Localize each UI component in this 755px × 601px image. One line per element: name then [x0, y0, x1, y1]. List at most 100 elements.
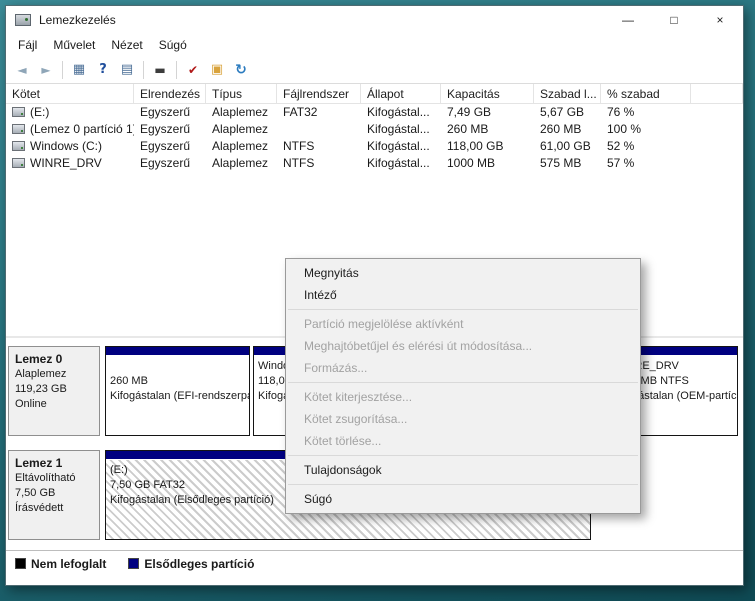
console-tree-button[interactable]: ▦: [67, 59, 91, 81]
open-explorer-button[interactable]: ▣: [205, 59, 229, 81]
volume-pctfree: 100 %: [607, 122, 642, 136]
table-row[interactable]: (Lemez 0 partíció 1) Egyszerű Alaplemez …: [6, 121, 743, 138]
menu-help[interactable]: Súgó: [151, 35, 195, 55]
volume-free: 5,67 GB: [540, 105, 585, 119]
volume-capacity: 260 MB: [447, 122, 489, 136]
context-menu-item-extend-volume: Kötet kiterjesztése...: [304, 390, 413, 404]
forward-icon: ►: [41, 62, 51, 77]
menu-view[interactable]: Nézet: [103, 35, 150, 55]
context-menu-item-open[interactable]: Megnyitás: [286, 262, 640, 284]
volume-layout: Egyszerű: [140, 105, 191, 119]
back-button[interactable]: ◄: [10, 59, 34, 81]
table-row[interactable]: Windows (C:) Egyszerű Alaplemez NTFS Kif…: [6, 138, 743, 155]
disk-size: 119,23 GB: [15, 383, 67, 395]
legend-bar: Nem lefoglalt Elsődleges partíció: [6, 550, 743, 576]
volume-icon: [12, 158, 25, 168]
menubar: Fájl Művelet Nézet Súgó: [6, 34, 743, 56]
titlebar[interactable]: Lemezkezelés — □ ×: [6, 6, 743, 34]
disk-info-panel[interactable]: Lemez 1 Eltávolítható 7,50 GB Írásvédett: [8, 450, 100, 540]
minimize-button[interactable]: —: [605, 6, 651, 34]
check-disk-button[interactable]: ✔: [181, 59, 205, 81]
column-header-layout[interactable]: Elrendezés: [134, 84, 206, 103]
back-icon: ◄: [17, 62, 27, 77]
volume-status: Kifogástal...: [367, 122, 430, 136]
action-pane-icon: ▬: [154, 62, 166, 77]
partition-color-strip: [106, 347, 249, 355]
volume-pctfree: 52 %: [607, 139, 635, 153]
volume-layout: Egyszerű: [140, 156, 191, 170]
volume-name: Windows (C:): [30, 139, 103, 153]
disk-type: Eltávolítható: [15, 472, 76, 484]
legend-label: Elsődleges partíció: [144, 556, 255, 571]
folder-icon: ▣: [210, 62, 224, 77]
context-menu-item-delete-volume: Kötet törlése...: [304, 434, 382, 448]
forward-button[interactable]: ►: [34, 59, 58, 81]
maximize-button[interactable]: □: [651, 6, 697, 34]
partition-status: Kifogástalan (EFI-rendszerpartíció): [110, 390, 249, 402]
disk-status: Írásvédett: [15, 502, 64, 514]
volume-fs: NTFS: [283, 156, 315, 170]
context-menu: Megnyitás Intéző Partíció megjelölése ak…: [285, 258, 641, 514]
column-header-free[interactable]: Szabad l...: [534, 84, 601, 103]
legend-label: Nem lefoglalt: [31, 556, 107, 571]
volume-free: 260 MB: [540, 122, 582, 136]
context-menu-item-properties[interactable]: Tulajdonságok: [286, 459, 640, 481]
volume-icon: [12, 141, 25, 151]
menu-action[interactable]: Művelet: [45, 35, 103, 55]
help-dialog-button[interactable]: ?: [91, 59, 115, 81]
volume-layout: Egyszerű: [140, 122, 191, 136]
window-title: Lemezkezelés: [39, 13, 116, 27]
action-pane-button[interactable]: ▬: [148, 59, 172, 81]
volume-fs: FAT32: [283, 105, 318, 119]
table-row[interactable]: (E:) Egyszerű Alaplemez FAT32 Kifogástal…: [6, 104, 743, 121]
disk-info-panel[interactable]: Lemez 0 Alaplemez 119,23 GB Online: [8, 346, 100, 436]
volume-name: (Lemez 0 partíció 1): [30, 122, 134, 136]
column-header-capacity[interactable]: Kapacitás: [441, 84, 534, 103]
unallocated-swatch: [15, 558, 26, 569]
volume-free: 61,00 GB: [540, 139, 591, 153]
list-view-button[interactable]: ▤: [115, 59, 139, 81]
table-row[interactable]: WINRE_DRV Egyszerű Alaplemez NTFS Kifogá…: [6, 155, 743, 172]
toolbar-separator: [143, 60, 144, 79]
partition-efi[interactable]: 260 MB Kifogástalan (EFI-rendszerpartíci…: [105, 346, 250, 436]
list-view-icon: ▤: [120, 62, 134, 77]
context-menu-item-explorer[interactable]: Intéző: [286, 284, 640, 306]
context-menu-item-format: Formázás...: [304, 361, 368, 375]
refresh-icon: ↻: [235, 61, 247, 78]
column-header-status[interactable]: Állapot: [361, 84, 441, 103]
check-disk-icon: ✔: [187, 62, 199, 77]
context-menu-separator: [288, 309, 638, 310]
legend-item-primary-partition: Elsődleges partíció: [128, 557, 254, 571]
toolbar-separator: [62, 60, 63, 79]
disk-status: Online: [15, 398, 47, 410]
volume-status: Kifogástal...: [367, 156, 430, 170]
volume-icon: [12, 124, 25, 134]
context-menu-separator: [288, 455, 638, 456]
volume-type: Alaplemez: [212, 105, 269, 119]
legend-item-unallocated: Nem lefoglalt: [15, 557, 106, 571]
volume-name: WINRE_DRV: [30, 156, 102, 170]
menu-file[interactable]: Fájl: [10, 35, 45, 55]
volume-fs: [277, 121, 361, 138]
column-header-filler: [691, 84, 743, 103]
volume-status: Kifogástal...: [367, 105, 430, 119]
column-header-pctfree[interactable]: % szabad: [601, 84, 691, 103]
primary-partition-swatch: [128, 558, 140, 569]
column-header-filesystem[interactable]: Fájlrendszer: [277, 84, 361, 103]
context-menu-item-change-drive-letter: Meghajtóbetűjel és elérési út módosítása…: [304, 339, 533, 353]
volume-capacity: 7,49 GB: [447, 105, 492, 119]
refresh-button[interactable]: ↻: [229, 59, 253, 81]
toolbar: ◄ ► ▦ ? ▤ ▬ ✔ ▣ ↻: [6, 56, 743, 84]
context-menu-item-help[interactable]: Súgó: [286, 488, 640, 510]
volume-type: Alaplemez: [212, 122, 269, 136]
column-header-type[interactable]: Típus: [206, 84, 277, 103]
toolbar-separator: [176, 60, 177, 79]
context-menu-item-shrink-volume: Kötet zsugorítása...: [304, 412, 408, 426]
close-button[interactable]: ×: [697, 6, 743, 34]
volume-layout: Egyszerű: [140, 139, 191, 153]
disk-name: Lemez 1: [15, 456, 63, 470]
column-header-volume[interactable]: Kötet: [6, 84, 134, 103]
volume-fs: NTFS: [283, 139, 315, 153]
window-controls: — □ ×: [605, 6, 743, 34]
context-menu-separator: [288, 382, 638, 383]
